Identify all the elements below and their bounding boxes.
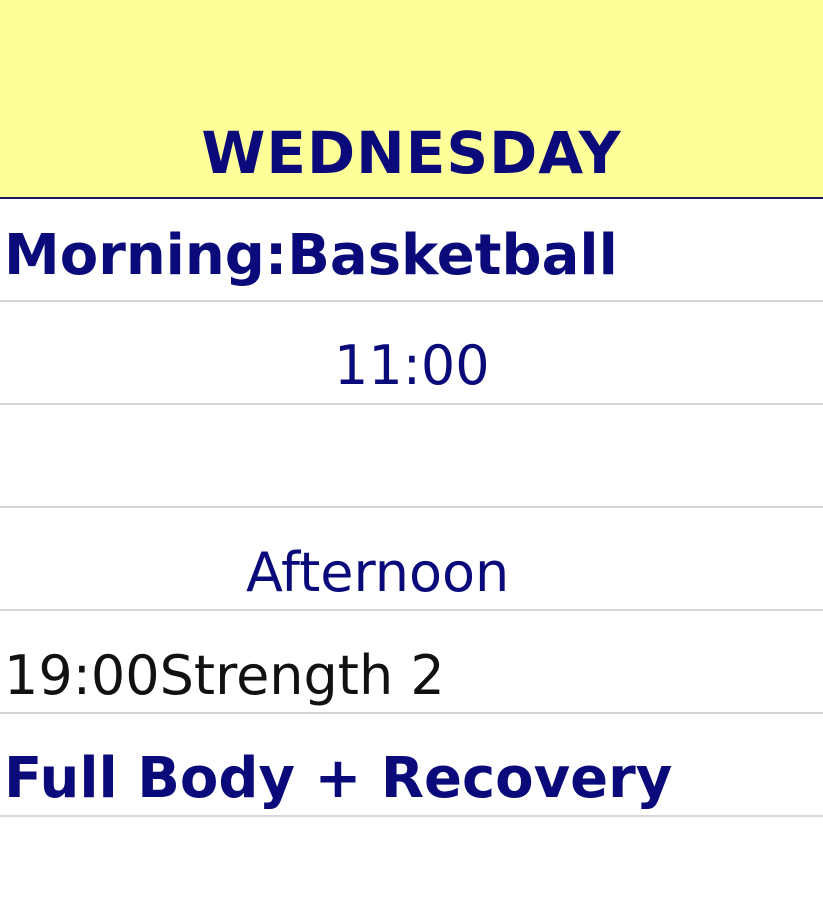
afternoon-detail-text: Full Body + Recovery bbox=[4, 746, 673, 811]
day-header-cell[interactable]: WEDNESDAY bbox=[0, 0, 823, 199]
row-afternoon-session[interactable]: 19:00Strength 2 bbox=[0, 611, 823, 714]
row-empty[interactable] bbox=[0, 405, 823, 508]
row-morning-activity[interactable]: Morning:Basketball bbox=[0, 199, 823, 302]
schedule-sheet: WEDNESDAY Morning:Basketball 11:00 After… bbox=[0, 0, 823, 908]
row-afternoon-detail[interactable]: Full Body + Recovery bbox=[0, 714, 823, 817]
morning-time-text: 11:00 bbox=[334, 334, 490, 397]
row-afternoon-label[interactable]: Afternoon bbox=[0, 508, 823, 611]
afternoon-session-text: 19:00Strength 2 bbox=[4, 644, 445, 707]
row-morning-time[interactable]: 11:00 bbox=[0, 302, 823, 405]
afternoon-label-text: Afternoon bbox=[246, 541, 510, 604]
morning-activity-text: Morning:Basketball bbox=[4, 223, 618, 288]
day-title: WEDNESDAY bbox=[201, 119, 622, 187]
